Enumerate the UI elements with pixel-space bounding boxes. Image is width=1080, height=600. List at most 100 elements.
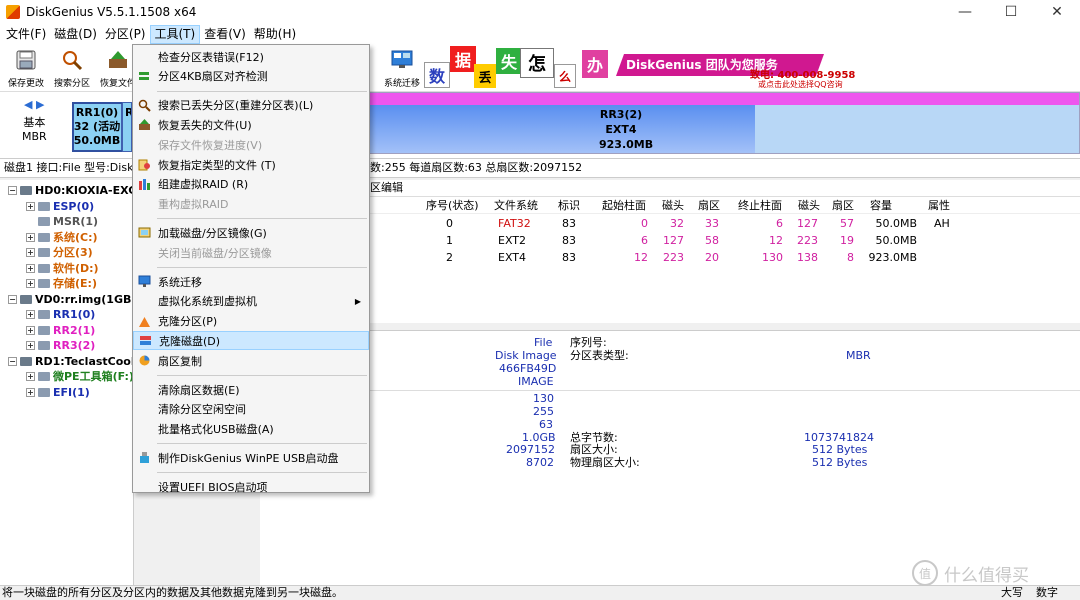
column-header[interactable]: 标识 (558, 197, 580, 214)
detail-value: 512 Bytes (812, 456, 868, 469)
menu-file[interactable]: 文件(F) (2, 25, 50, 44)
column-header[interactable]: 扇区 (698, 197, 720, 214)
partition-block-rr2[interactable]: R (122, 102, 132, 152)
column-header[interactable]: 磁头 (798, 197, 820, 214)
menu-help[interactable]: 帮助(H) (250, 25, 300, 44)
menu-item-label: 恢复丢失的文件(U) (158, 118, 252, 132)
tree-expander[interactable]: − (8, 356, 17, 366)
system-migrate-button[interactable]: 系统迁移 (380, 48, 424, 90)
menu-item[interactable]: 克隆分区(P) (133, 312, 369, 331)
disk-icon (20, 186, 32, 195)
ad-char: 据 (450, 46, 476, 72)
menu-item[interactable]: 加载磁盘/分区镜像(G) (133, 223, 369, 242)
tree-item[interactable]: − VD0:rr.img(1GB) (8, 292, 133, 307)
tree-item[interactable]: + EFI(1) (26, 385, 90, 400)
column-header[interactable]: 扇区 (832, 197, 854, 214)
search-partition-button[interactable]: 搜索分区 (50, 48, 94, 90)
tree-expander[interactable]: + (26, 325, 35, 335)
tree-expander[interactable]: − (8, 186, 17, 195)
tree-item[interactable]: − HD0:KIOXIA-EXCE (8, 183, 133, 198)
site-watermark: 值 什么值得买 (912, 560, 1029, 586)
disk-nav-arrows[interactable]: ◀ ▶ (24, 98, 44, 111)
partition-name: RR3(2) (599, 108, 643, 121)
menu-item[interactable]: 系统迁移 (133, 272, 369, 291)
column-header[interactable]: 序号(状态) (426, 197, 479, 214)
column-header[interactable]: 属性 (928, 197, 950, 214)
menu-item[interactable]: 制作DiskGenius WinPE USB启动盘 (133, 448, 369, 467)
table-row[interactable]: 0 FAT32 83 0 32 33 6 127 57 50.0MB AH (370, 215, 1080, 232)
maximize-button[interactable]: ☐ (988, 0, 1034, 24)
ad-qq-link[interactable]: 或点击此处选择QQ咨询 (758, 79, 843, 90)
menu-item[interactable]: 虚拟化系统到虚拟机 ▶ (133, 292, 369, 311)
menu-item[interactable]: 检查分区表错误(F12) (133, 47, 369, 66)
menu-item[interactable]: 组建虚拟RAID (R) (133, 175, 369, 194)
table-cell: 50.0MB (875, 217, 917, 230)
raid-icon (137, 177, 151, 191)
column-header[interactable]: 容量 (870, 197, 892, 214)
detail-value: 130 (533, 392, 554, 405)
menu-item[interactable]: 恢复丢失的文件(U) (133, 115, 369, 134)
minimize-button[interactable]: — (942, 0, 988, 24)
table-cell: 12 (769, 234, 783, 247)
tree-expander[interactable]: + (26, 387, 35, 397)
disk-info-left: 磁盘1 接口:File 型号:Disk (4, 161, 134, 174)
tree-item[interactable]: + 分区(3) (26, 245, 93, 260)
tree-expander[interactable]: + (26, 310, 35, 319)
menu-item[interactable]: 清除分区空闲空间 (133, 400, 369, 419)
menu-item[interactable]: 恢复指定类型的文件 (T) (133, 155, 369, 174)
detail-value: IMAGE (518, 375, 554, 388)
table-row[interactable]: 2 EXT4 83 12 223 20 130 138 8 923.0MB (370, 249, 1080, 266)
file-type-icon (137, 158, 151, 172)
column-header[interactable]: 终止柱面 (738, 197, 782, 214)
disk-image-icon (137, 226, 151, 240)
tree-item[interactable]: + ESP(0) (26, 199, 94, 214)
menu-item[interactable]: 设置UEFI BIOS启动项 (133, 477, 369, 496)
menu-disk[interactable]: 磁盘(D) (50, 25, 101, 44)
tree-item[interactable]: − RD1:TeclastCoolFl (8, 354, 133, 369)
close-button[interactable]: ✕ (1034, 0, 1080, 24)
search-icon (137, 98, 151, 112)
tree-item[interactable]: MSR(1) (26, 214, 98, 229)
tree-expander[interactable]: + (26, 232, 35, 242)
num-indicator: 数字 (1036, 586, 1058, 599)
save-changes-button[interactable]: 保存更改 (4, 48, 48, 90)
ad-char: 失 (496, 48, 522, 74)
column-header[interactable]: 磁头 (662, 197, 684, 214)
tree-expander[interactable]: + (26, 279, 35, 288)
menu-item[interactable]: 清除扇区数据(E) (133, 380, 369, 399)
tree-item[interactable]: + 系统(C:) (26, 230, 98, 245)
ad-banner[interactable]: 数 据 丢 失 怎 么 办 DiskGenius 团队为您服务 致电: 400-… (424, 44, 856, 90)
tree-expander[interactable]: + (26, 341, 35, 350)
menu-item[interactable]: 扇区复制 (133, 351, 369, 370)
tree-item[interactable]: + 存储(E:) (26, 276, 97, 291)
ad-char: 办 (582, 50, 608, 78)
tree-item[interactable]: + RR1(0) (26, 307, 95, 322)
tree-expander[interactable]: + (26, 248, 35, 257)
tree-item[interactable]: + RR2(1) (26, 323, 95, 338)
tree-expander[interactable]: − (8, 294, 17, 304)
tree-item[interactable]: + 软件(D:) (26, 261, 99, 276)
table-row[interactable]: 1 EXT2 83 6 127 58 12 223 19 50.0MB (370, 232, 1080, 249)
menu-view[interactable]: 查看(V) (200, 25, 250, 44)
column-header[interactable]: 文件系统 (494, 197, 538, 214)
menu-item[interactable]: 批量格式化USB磁盘(A) (133, 420, 369, 439)
tab-partition-edit[interactable]: 区编辑 (370, 180, 1080, 197)
menu-item-label: 关闭当前磁盘/分区镜像 (158, 246, 272, 260)
menu-partition[interactable]: 分区(P) (101, 25, 150, 44)
tree-expander[interactable]: + (26, 372, 35, 381)
table-cell: 223 (663, 251, 684, 264)
tree-item[interactable]: + 微PE工具箱(F:) (26, 369, 133, 384)
menu-item[interactable]: 分区4KB扇区对齐检测 (133, 67, 369, 86)
menu-item-label: 克隆磁盘(D) (159, 334, 221, 348)
tree-item[interactable]: + RR3(2) (26, 338, 95, 353)
partition-icon (38, 341, 50, 350)
menu-item-label: 加载磁盘/分区镜像(G) (158, 226, 267, 240)
menu-item[interactable]: 克隆磁盘(D) (133, 331, 369, 351)
tree-expander[interactable]: + (26, 201, 35, 211)
menu-tools[interactable]: 工具(T) (149, 24, 201, 44)
tree-expander[interactable]: + (26, 263, 35, 273)
column-header[interactable]: 起始柱面 (602, 197, 646, 214)
menu-item[interactable]: 搜索已丢失分区(重建分区表)(L) (133, 96, 369, 115)
partition-block-rr3[interactable]: RR3(2) EXT4 923.0MB (368, 92, 1080, 154)
detail-label: 扇区大小: (570, 443, 618, 456)
